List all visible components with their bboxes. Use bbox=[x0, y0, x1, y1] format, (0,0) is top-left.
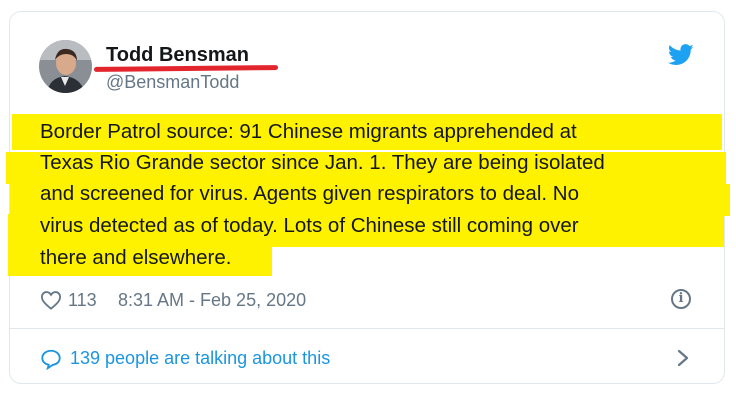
divider bbox=[10, 328, 724, 329]
author-name[interactable]: Todd Bensman bbox=[106, 44, 249, 67]
tweet-timestamp[interactable]: 8:31 AM - Feb 25, 2020 bbox=[118, 290, 306, 311]
author-handle[interactable]: @BensmanTodd bbox=[106, 72, 239, 93]
heart-icon[interactable] bbox=[40, 290, 62, 310]
like-count[interactable]: 113 bbox=[68, 290, 97, 311]
talking-about-link[interactable]: 139 people are talking about this bbox=[70, 348, 330, 369]
tweet-text-line-5: there and elsewhere. bbox=[40, 246, 232, 269]
chevron-right-icon[interactable] bbox=[676, 348, 690, 368]
avatar[interactable] bbox=[39, 40, 92, 93]
twitter-bird-icon[interactable] bbox=[668, 44, 694, 66]
tweet-text-line-2: Texas Rio Grande sector since Jan. 1. Th… bbox=[40, 151, 605, 174]
tweet-text-line-1: Border Patrol source: 91 Chinese migrant… bbox=[40, 120, 577, 143]
speech-bubble-icon[interactable] bbox=[40, 348, 62, 370]
tweet-text-line-4: virus detected as of today. Lots of Chin… bbox=[40, 214, 579, 237]
info-icon[interactable]: i bbox=[671, 289, 691, 309]
tweet-text-line-3: and screened for virus. Agents given res… bbox=[40, 182, 579, 205]
